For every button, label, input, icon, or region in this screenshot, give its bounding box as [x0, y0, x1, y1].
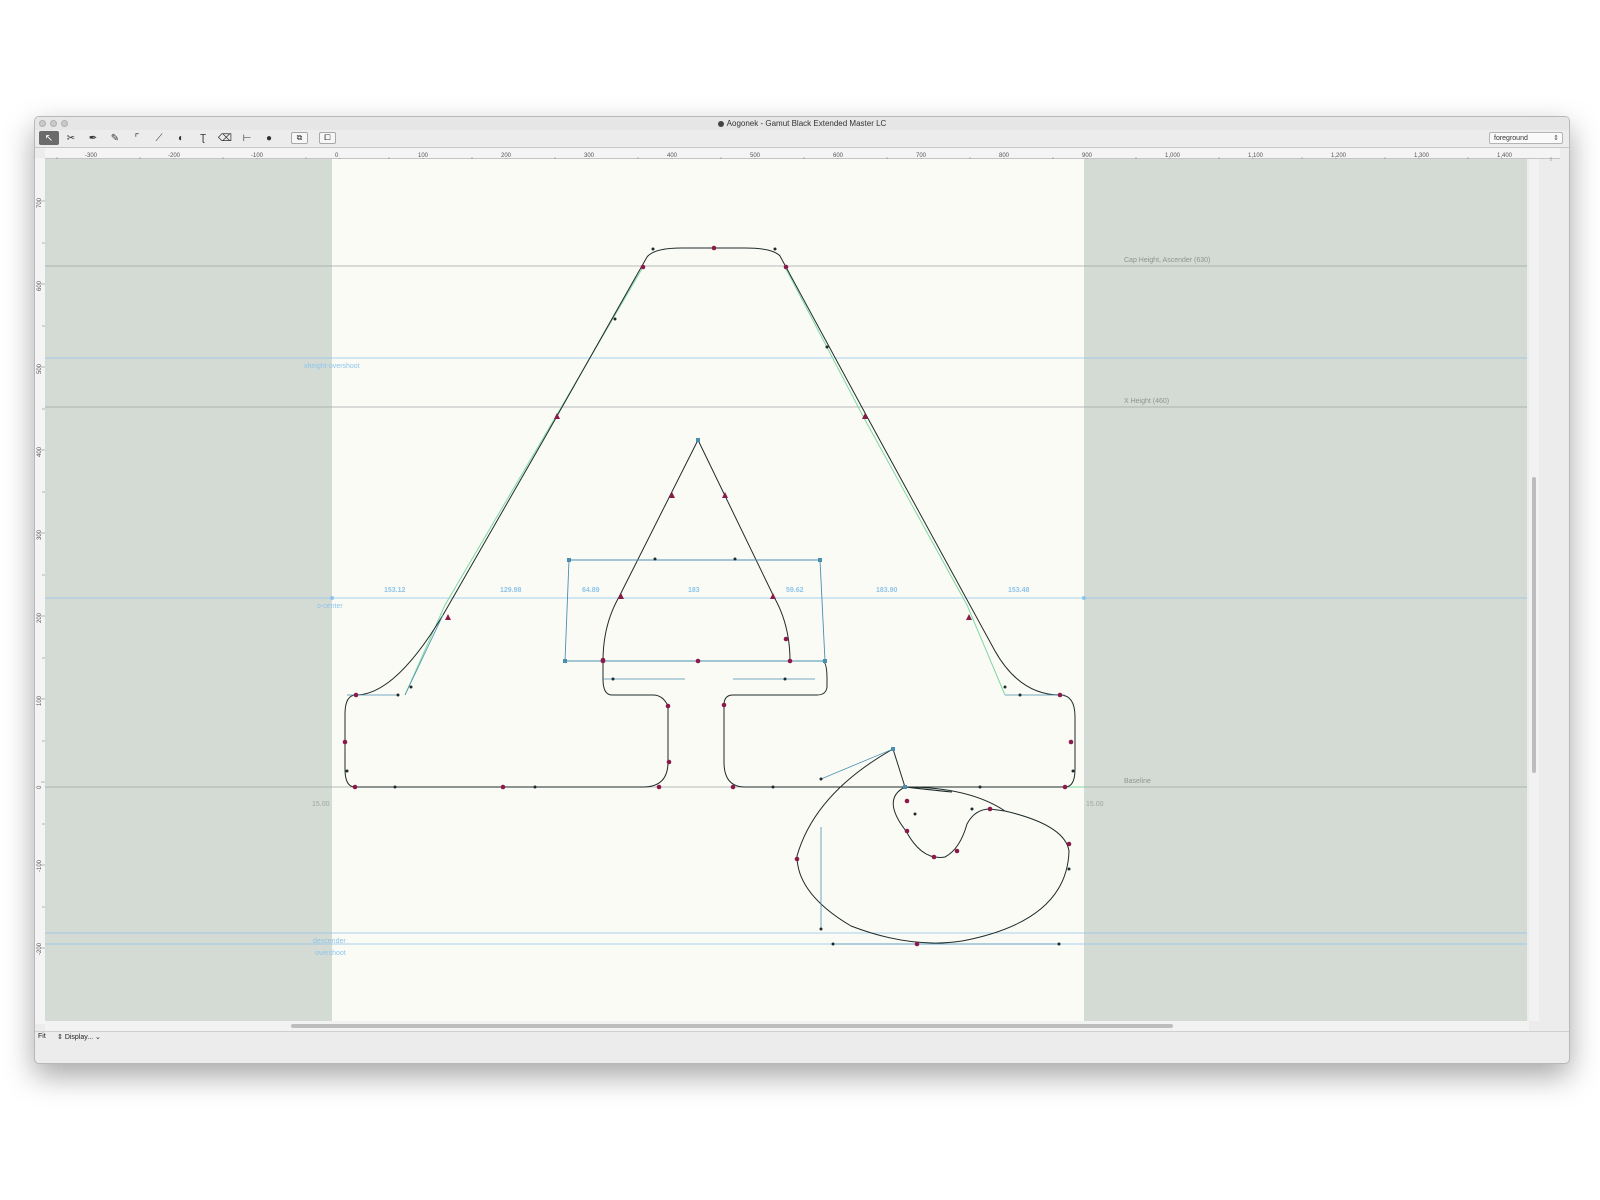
layer-select[interactable]: foreground ⇕	[1489, 132, 1563, 144]
pointer-tool-button[interactable]: ↖	[39, 131, 59, 145]
text-tool-button[interactable]: Ʈ	[193, 131, 213, 145]
glyph-canvas-drawing[interactable]: Cap Height, Ascender (630) X Height (460…	[45, 159, 1527, 1021]
eraser-icon: ⌫	[217, 132, 233, 144]
zoom-fit-button[interactable]: Fit	[38, 1033, 46, 1040]
measurement-label: 59.62	[786, 587, 804, 594]
pointer-icon: ↖	[44, 132, 54, 144]
descender-label: descender	[313, 938, 346, 945]
font-editor-window: Aogonek - Gamut Black Extended Master LC…	[34, 116, 1570, 1064]
v-ruler-label: 100	[37, 695, 43, 706]
corner-icon: ⌜	[134, 132, 140, 144]
copy-tool-button[interactable]: ⧠	[319, 132, 336, 144]
cap-height-label: Cap Height, Ascender (630)	[1124, 257, 1210, 264]
eraser-tool-button[interactable]: ⌫	[215, 131, 235, 145]
measurement-label: 64.89	[582, 587, 600, 594]
duplicate-icon: ⧠	[324, 133, 331, 142]
corner-tool-button[interactable]: ⌜	[127, 131, 147, 145]
draw-tool-button[interactable]: ✎	[105, 131, 125, 145]
window-title-text: Aogonek - Gamut Black Extended Master LC	[726, 119, 887, 128]
v-ruler-label: 300	[37, 529, 43, 540]
measure-icon: ⊢	[242, 132, 252, 144]
xheight-overshoot-label: xheight-overshoot	[304, 363, 360, 370]
baseline-label: Baseline	[1124, 778, 1151, 785]
title-bar: Aogonek - Gamut Black Extended Master LC	[35, 117, 1569, 130]
tool-bar: ↖ ✂ ✒ ✎ ⌜ ⟋ ◐ Ʈ ⌫ ⊢ ● ⧉ ⧠ foreground ⇕	[35, 130, 1569, 148]
v-ruler-label: 600	[37, 280, 43, 291]
x-height-label: X Height (460)	[1124, 398, 1169, 405]
horizontal-ruler[interactable]: -300 -200 -100 0 100 200 300 400 500 600…	[45, 148, 1560, 161]
measurement-label: 129.98	[500, 587, 522, 594]
measurement-label: 153.12	[384, 587, 406, 594]
text-icon: Ʈ	[199, 132, 207, 144]
pencil-icon: ✎	[110, 132, 120, 144]
o-center-guide-left-node[interactable]	[330, 596, 334, 600]
v-ruler-label: 700	[37, 197, 43, 208]
o-center-guide-right-node[interactable]	[1082, 596, 1086, 600]
v-ruler-label: 400	[37, 446, 43, 457]
v-ruler-label: -200	[37, 942, 43, 955]
shapes-icon: ◐	[177, 132, 185, 144]
knife-tool-button[interactable]: ✂	[61, 131, 81, 145]
measurement-label: 153.48	[1008, 587, 1030, 594]
pen-icon: ✒	[88, 132, 98, 144]
glyph-canvas[interactable]: Cap Height, Ascender (630) X Height (460…	[45, 159, 1527, 1021]
v-ruler-label: 0	[37, 785, 43, 789]
left-sidebearing-label: 15.00	[312, 801, 330, 808]
vertical-ruler-ticks: 700 600 500 400 300 200 100 0 -100 -200	[37, 197, 45, 955]
stamp-icon: ●	[265, 132, 273, 144]
measure-tool-button[interactable]: ⊢	[237, 131, 257, 145]
right-sidebearing-label: 15.00	[1086, 801, 1104, 808]
measurement-label: 183	[688, 587, 700, 594]
updown-chevron-icon: ⇕	[57, 1034, 65, 1041]
glyph-advance-area	[332, 159, 1084, 1021]
shape-tool-button[interactable]: ◐	[171, 131, 191, 145]
pair-tool-button[interactable]: ⧉	[291, 132, 308, 144]
document-icon	[717, 120, 724, 127]
o-center-label: o-center	[317, 603, 343, 610]
fill-tool-button[interactable]: ●	[259, 131, 279, 145]
display-menu[interactable]: ⇕ Display... ⌄	[57, 1033, 101, 1041]
line-tool-button[interactable]: ⟋	[149, 131, 169, 145]
overshoot-label: overshoot	[315, 950, 346, 957]
status-bar: Fit ⇕ Display... ⌄	[35, 1031, 1569, 1044]
horizontal-scroll-thumb[interactable]	[291, 1024, 1173, 1028]
pen-tool-button[interactable]: ✒	[83, 131, 103, 145]
v-ruler-label: -100	[37, 859, 43, 872]
display-menu-label: Display...	[64, 1034, 94, 1041]
v-ruler-label: 500	[37, 363, 43, 374]
vertical-scrollbar[interactable]	[1529, 159, 1539, 1021]
horizontal-scrollbar[interactable]	[45, 1021, 1529, 1031]
v-ruler-label: 200	[37, 612, 43, 623]
ruler-corner	[35, 148, 45, 158]
knife-icon: ✂	[66, 132, 76, 144]
window-title: Aogonek - Gamut Black Extended Master LC	[35, 118, 1569, 129]
overlap-squares-icon: ⧉	[296, 133, 303, 142]
line-icon: ⟋	[155, 132, 163, 144]
updown-chevron-icon: ⇕	[1553, 135, 1559, 142]
layer-select-value: foreground	[1494, 135, 1528, 142]
chevron-down-icon: ⌄	[93, 1034, 101, 1041]
measurement-label: 183.90	[876, 587, 898, 594]
vertical-scroll-thumb[interactable]	[1532, 477, 1536, 773]
